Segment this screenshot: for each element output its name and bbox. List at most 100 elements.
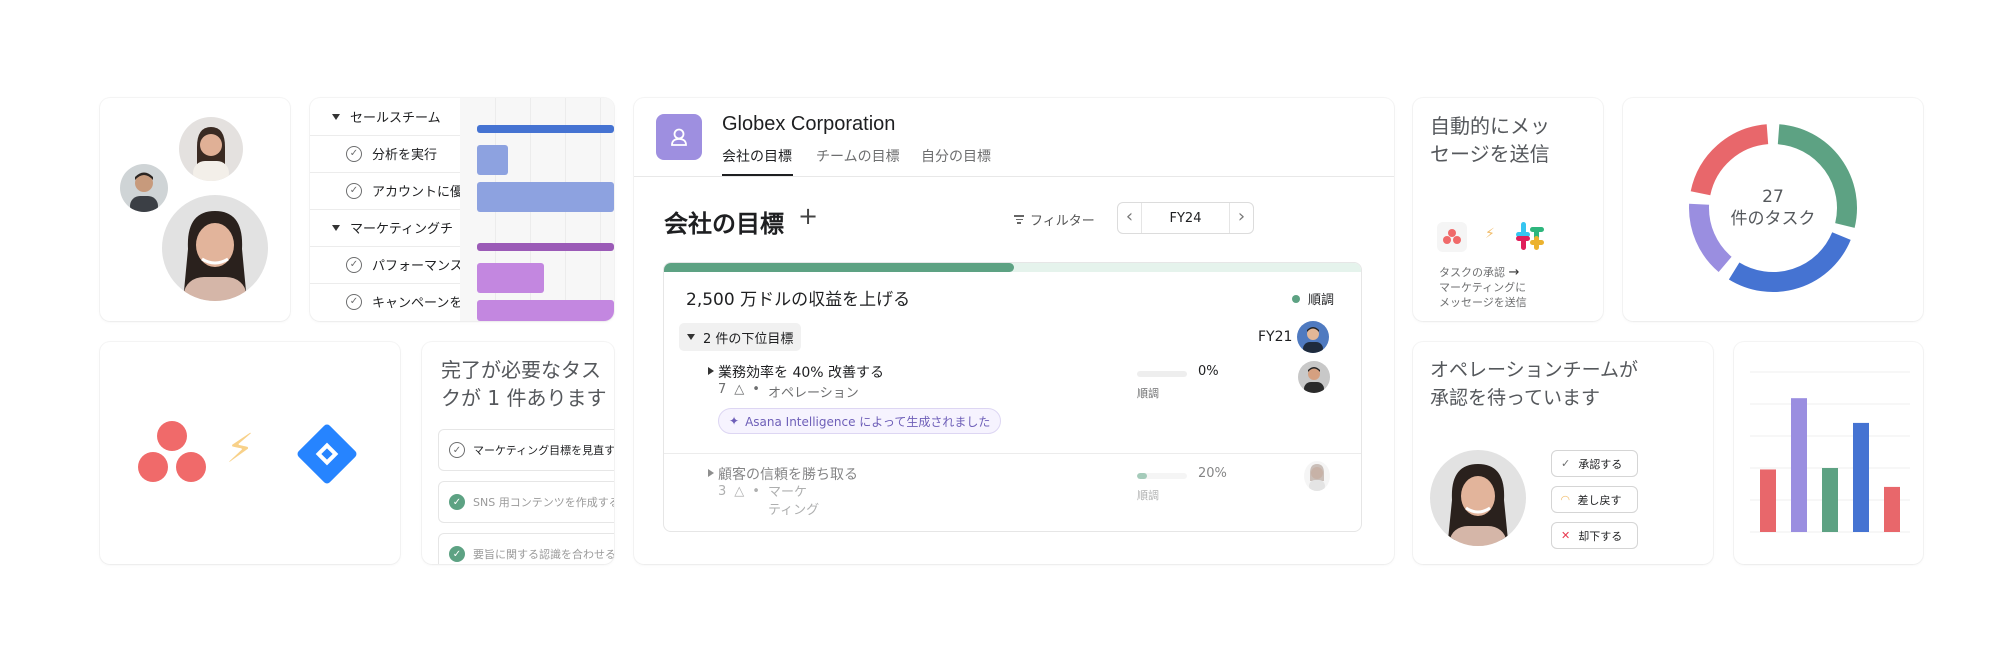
caret-down-icon — [687, 334, 695, 340]
goal-status: 順調 — [1292, 289, 1334, 308]
avatar-man — [120, 164, 168, 212]
bar[interactable] — [1853, 422, 1869, 532]
bar[interactable] — [1760, 469, 1776, 532]
subgoal-percent: 20% — [1198, 466, 1227, 481]
chevron-left-icon[interactable]: ‹ — [1118, 203, 1142, 233]
approval-title: オペレーションチームが 承認を待っています — [1430, 359, 1639, 409]
caret-down-icon[interactable] — [332, 224, 340, 231]
avatar-woman-small — [179, 117, 243, 181]
task-item[interactable]: ✓ マーケティング目標を見直す — [438, 429, 614, 471]
tasks-needed-card: 完了が必要なタス クが 1 件あります ✓ マーケティング目標を見直す ✓ SN… — [422, 342, 614, 564]
timeline-task-row[interactable]: ✓ 分析を実行 — [310, 135, 460, 172]
avatar-woman-large — [162, 195, 268, 301]
check-circle-filled-icon[interactable]: ✓ — [449, 494, 465, 510]
caret-right-icon[interactable] — [708, 367, 714, 375]
asana-icon — [1437, 222, 1467, 252]
filter-button[interactable]: フィルター — [1014, 210, 1095, 229]
goals-card: Globex Corporation 会社の目標 チームの目標 自分の目標 会社… — [634, 98, 1394, 564]
reject-button[interactable]: ✕ 却下する — [1551, 522, 1638, 549]
check-circle-filled-icon[interactable]: ✓ — [449, 546, 465, 562]
timeline-group-marketing[interactable]: マーケティングチ — [310, 209, 460, 246]
task-item[interactable]: ✓ 要旨に関する認識を合わせる — [438, 533, 614, 564]
donut-center: 27 件のタスク — [1623, 186, 1923, 230]
donut-card: 27 件のタスク — [1623, 98, 1923, 321]
subgoal-status: 順調 — [1137, 387, 1159, 400]
period-value: FY24 — [1169, 210, 1202, 226]
integrations-card: ⚡ — [100, 342, 400, 564]
ai-badge[interactable]: ✦ Asana Intelligence によって生成されました — [718, 408, 1002, 434]
bar-chart — [1750, 371, 1910, 533]
timeline-group-bar-marketing[interactable] — [477, 243, 614, 251]
avatar-approver — [1430, 450, 1526, 546]
undo-icon: ◠ — [1561, 493, 1570, 506]
asana-logo-icon — [136, 419, 208, 485]
timeline-task-row[interactable]: ✓キャンペーンを法 — [310, 283, 460, 320]
tab-company-goals[interactable]: 会社の目標 — [722, 146, 792, 166]
approval-card: オペレーションチームが 承認を待っています ✓ 承認する ◠ 差し戻す ✕ 却下… — [1413, 342, 1713, 564]
page-title: 会社の目標 — [664, 210, 784, 238]
timeline-task-bar[interactable] — [477, 145, 508, 175]
bar-chart-card — [1734, 342, 1923, 564]
subgoal-divider — [664, 453, 1361, 454]
subgoal-title: 顧客の信頼を勝ち取る — [718, 467, 858, 483]
subgoal-row[interactable]: 業務効率を 40% 改善する 7 △ • オペレーション ✦ Asana Intelli… — [664, 359, 1361, 447]
auto-message-caption: タスクの承認 → マーケティングに メッセージを送信 — [1439, 265, 1527, 309]
auto-message-card: 自動的にメッ セージを送信 ⚡ タスクの承認 → マーケティングに メッセージを… — [1413, 98, 1603, 321]
donut-segment[interactable] — [1690, 124, 1769, 196]
avatar-owner — [1298, 361, 1330, 393]
check-circle-icon[interactable]: ✓ — [346, 182, 362, 199]
timeline-task-row[interactable]: ✓アカウントに優先 — [310, 172, 460, 209]
subgoal-row[interactable]: 顧客の信頼を勝ち取る 3 △ • マーケ ティング 20% 順調 — [664, 461, 1361, 531]
bar[interactable] — [1791, 398, 1807, 532]
check-circle-icon[interactable]: ✓ — [346, 145, 362, 162]
period-selector[interactable]: ‹ FY24 › — [1117, 202, 1254, 234]
request-changes-button[interactable]: ◠ 差し戻す — [1551, 486, 1638, 513]
slack-icon — [1513, 219, 1547, 253]
bar[interactable] — [1884, 486, 1900, 532]
donut-segment[interactable] — [1728, 231, 1851, 292]
triangle-icon: △ — [734, 382, 745, 397]
tab-team-goals[interactable]: チームの目標 — [816, 146, 900, 166]
timeline-group-bar-sales[interactable] — [477, 125, 614, 133]
subgoals-toggle[interactable]: 2 件の下位目標 — [679, 323, 802, 351]
subgoal-progress — [1137, 473, 1187, 479]
timeline-task-bar[interactable] — [477, 263, 544, 293]
bolt-icon: ⚡ — [226, 426, 255, 472]
team-avatars-card — [100, 98, 290, 321]
bar[interactable] — [1822, 468, 1838, 532]
timeline-task-bar[interactable] — [477, 300, 614, 321]
tasks-needed-title: 完了が必要なタス クが 1 件あります — [441, 358, 607, 410]
tab-my-goals[interactable]: 自分の目標 — [921, 146, 991, 166]
check-icon: ✓ — [1561, 457, 1571, 470]
check-circle-icon[interactable]: ✓ — [346, 293, 362, 310]
subgoal-progress — [1137, 371, 1187, 377]
auto-message-title: 自動的にメッ セージを送信 — [1430, 114, 1550, 166]
bolt-icon: ⚡ — [1485, 226, 1495, 242]
avatar-owner — [1297, 321, 1329, 353]
check-circle-icon[interactable]: ✓ — [449, 442, 465, 458]
caret-down-icon[interactable] — [332, 113, 340, 120]
subgoal-meta: 7 △ • オペレーション — [718, 382, 859, 401]
timeline-card: セールスチーム ✓分析を実行 ✓アカウントに優先 マーケティングチ ✓パフォーマ… — [310, 98, 614, 321]
donut-count: 27 — [1762, 187, 1784, 207]
sparkle-icon: ✦ — [729, 414, 740, 428]
add-goal-button[interactable]: + — [798, 202, 818, 230]
timeline-group-sales[interactable]: セールスチーム — [310, 98, 460, 135]
goal-panel: 2,500 万ドルの収益を上げる 順調 2 件の下位目標 FY21 業務効率を … — [663, 262, 1362, 532]
company-name: Globex Corporation — [722, 113, 896, 135]
check-circle-icon[interactable]: ✓ — [346, 256, 362, 273]
task-item[interactable]: ✓ SNS 用コンテンツを作成する — [438, 481, 614, 523]
company-icon — [656, 114, 702, 160]
subgoal-title: 業務効率を 40% 改善する — [718, 365, 885, 381]
donut-label: 件のタスク — [1730, 209, 1816, 229]
subgoals-period: FY21 — [1258, 329, 1293, 345]
chevron-right-icon[interactable]: › — [1229, 203, 1253, 233]
goal-title[interactable]: 2,500 万ドルの収益を上げる — [686, 285, 910, 310]
caret-right-icon[interactable] — [708, 469, 714, 477]
close-icon: ✕ — [1561, 529, 1571, 542]
approve-button[interactable]: ✓ 承認する — [1551, 450, 1638, 477]
timeline-task-row[interactable]: ✓パフォーマンスを — [310, 246, 460, 283]
timeline-task-bar[interactable] — [477, 182, 614, 212]
jira-logo-icon — [290, 417, 364, 491]
avatar-owner — [1304, 461, 1330, 491]
